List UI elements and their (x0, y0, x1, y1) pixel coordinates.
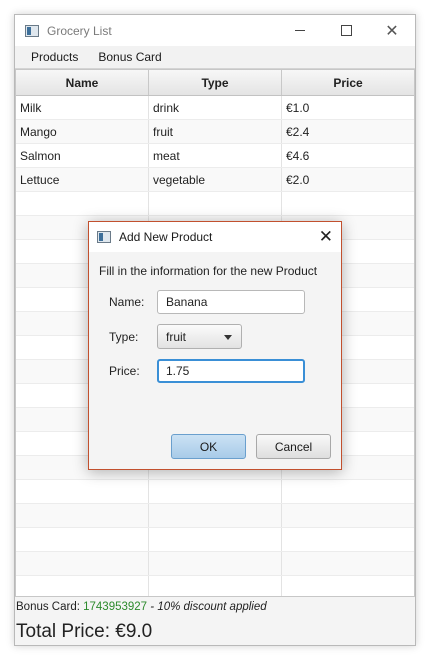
type-row: Type: fruit (109, 324, 242, 349)
total-price: Total Price: €9.0 (16, 621, 153, 642)
column-header-price[interactable]: Price (282, 70, 414, 95)
bonus-card-status: Bonus Card: 1743953927 - 10% discount ap… (15, 599, 415, 615)
table-row[interactable] (16, 528, 414, 552)
cell-name: Milk (16, 96, 149, 119)
type-label: Type: (109, 329, 139, 344)
dialog-app-icon (97, 231, 111, 243)
minimize-icon[interactable] (277, 15, 323, 46)
cell-price: €2.0 (286, 172, 310, 187)
cell-price (282, 504, 414, 527)
cell-type: drink (149, 96, 282, 119)
cell-type (149, 528, 282, 551)
cell-name: Salmon (16, 144, 149, 167)
add-product-dialog: Add New Product ✕ Fill in the informatio… (88, 221, 342, 470)
name-input[interactable] (157, 290, 305, 314)
table-row[interactable]: Milk drink €1.0 (16, 96, 414, 120)
cell-price: €2.4 (286, 124, 310, 139)
close-icon[interactable]: ✕ (369, 15, 415, 46)
dialog-title: Add New Product (119, 230, 213, 244)
menu-bar: Products Bonus Card (15, 46, 415, 69)
ok-button[interactable]: OK (171, 434, 246, 459)
cell-name (16, 576, 149, 596)
table-row[interactable]: Lettuce vegetable €2.0 (16, 168, 414, 192)
dialog-close-icon[interactable]: ✕ (319, 228, 333, 245)
cell-name: Lettuce (16, 168, 149, 191)
table-row[interactable]: Salmon meat €4.6 (16, 144, 414, 168)
cell-type (149, 192, 282, 215)
table-row[interactable] (16, 576, 414, 596)
table-row[interactable] (16, 480, 414, 504)
table-row[interactable]: Mango fruit €2.4 (16, 120, 414, 144)
menu-bonus-card[interactable]: Bonus Card (88, 50, 171, 64)
cell-name (16, 192, 149, 215)
column-header-name[interactable]: Name (16, 70, 149, 95)
chevron-down-icon (224, 335, 232, 340)
column-header-type[interactable]: Type (149, 70, 282, 95)
cell-type (149, 480, 282, 503)
cell-type (149, 576, 282, 596)
dialog-title-bar[interactable]: Add New Product ✕ (89, 222, 341, 252)
cell-name (16, 528, 149, 551)
cell-name (16, 504, 149, 527)
cell-price (282, 576, 414, 596)
bonus-prefix: Bonus Card: (16, 601, 84, 613)
discount-note: - 10% discount applied (147, 601, 267, 613)
cell-price (282, 192, 414, 215)
cell-price: €1.0 (286, 100, 310, 115)
status-bar: Bonus Card: 1743953927 - 10% discount ap… (15, 599, 415, 643)
type-select-value: fruit (166, 329, 187, 344)
table-row[interactable] (16, 504, 414, 528)
price-input[interactable] (157, 359, 305, 383)
cell-price: €4.6 (286, 148, 310, 163)
window-title: Grocery List (47, 23, 112, 38)
bonus-card-number: 1743953927 (83, 601, 148, 613)
cell-name: Mango (16, 120, 149, 143)
cell-type (149, 552, 282, 575)
title-bar[interactable]: Grocery List ✕ (15, 15, 415, 46)
cell-price (282, 528, 414, 551)
cell-type (149, 504, 282, 527)
dialog-header-text: Fill in the information for the new Prod… (99, 264, 318, 278)
table-header: Name Type Price (16, 70, 414, 96)
cell-name (16, 480, 149, 503)
cell-type: meat (149, 144, 282, 167)
name-label: Name: (109, 295, 145, 309)
table-row[interactable] (16, 552, 414, 576)
menu-products[interactable]: Products (21, 50, 88, 64)
cancel-button[interactable]: Cancel (256, 434, 331, 459)
price-row: Price: (109, 359, 305, 383)
table-row[interactable] (16, 192, 414, 216)
cell-name (16, 552, 149, 575)
cell-type: fruit (149, 120, 282, 143)
price-label: Price: (109, 364, 140, 378)
cell-price (282, 480, 414, 503)
app-icon (25, 24, 39, 37)
cell-type: vegetable (149, 168, 282, 191)
window-controls: ✕ (277, 15, 415, 46)
name-row: Name: (109, 290, 305, 314)
cell-price (282, 552, 414, 575)
type-select[interactable]: fruit (157, 324, 242, 349)
maximize-icon[interactable] (323, 15, 369, 46)
